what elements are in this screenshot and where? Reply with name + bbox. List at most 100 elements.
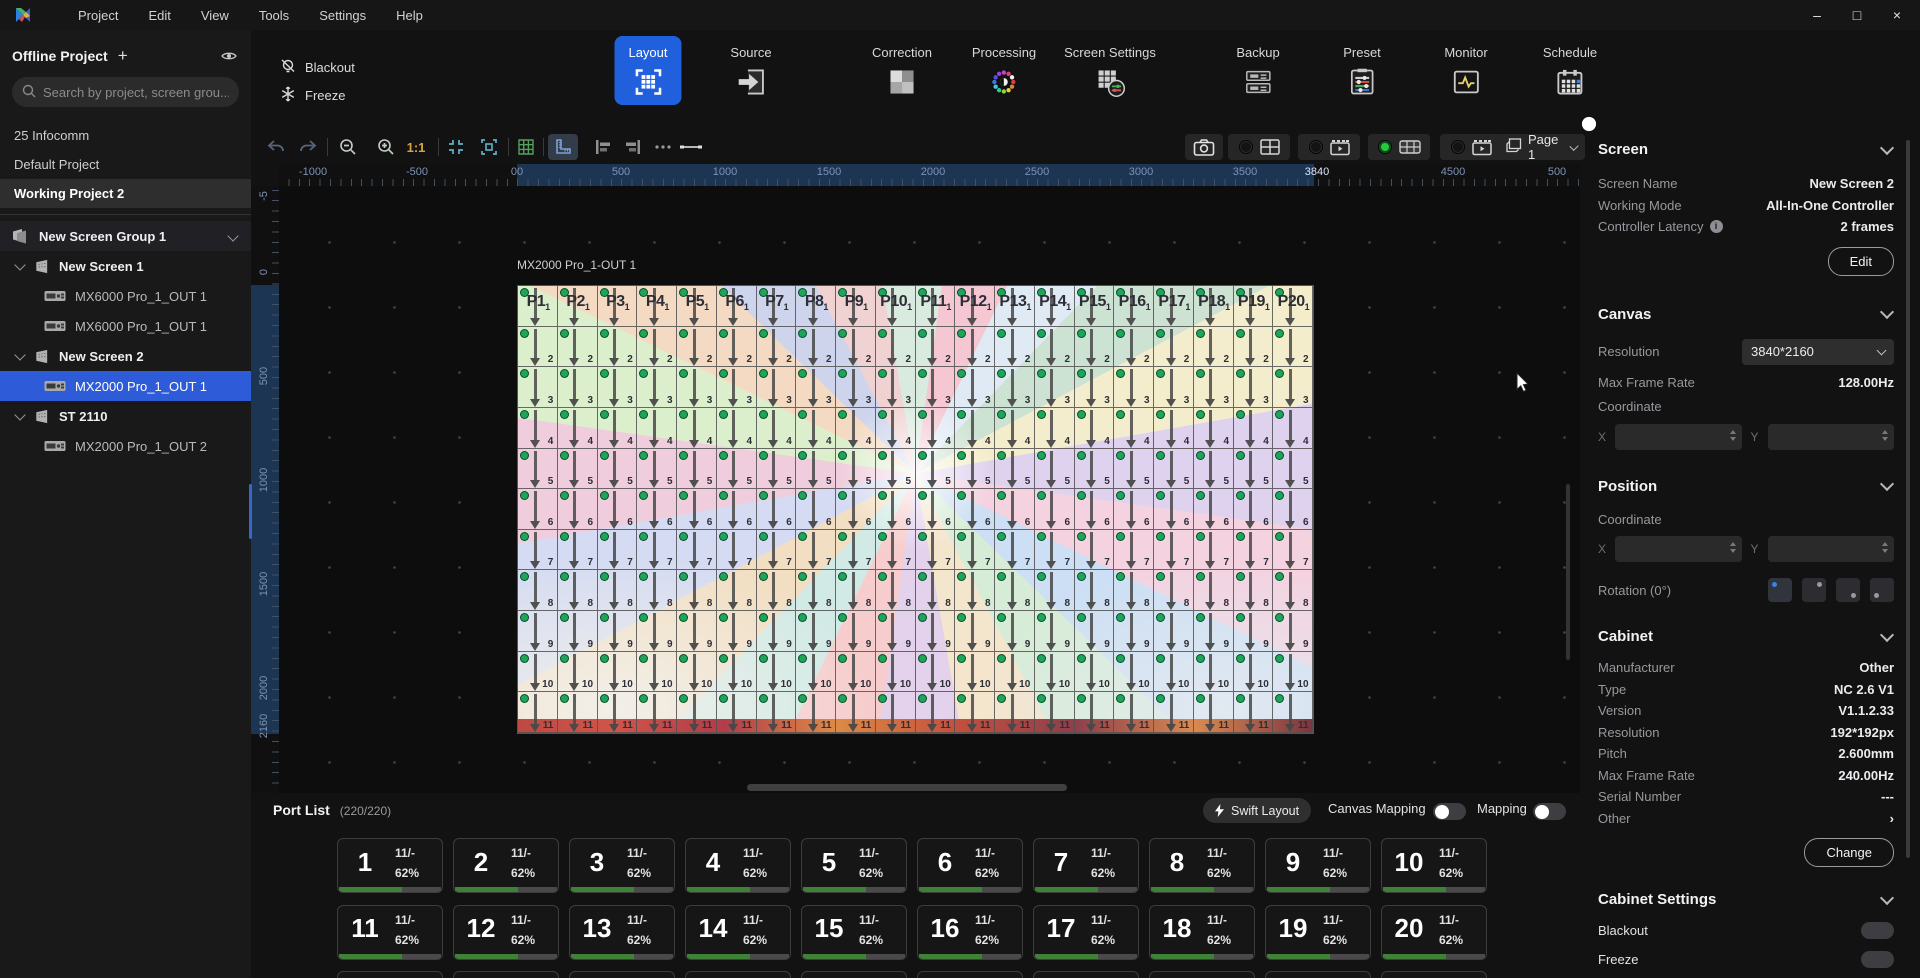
cabinet-cell[interactable]: 5 <box>637 448 677 490</box>
zoom-1-1-button[interactable]: 1:1 <box>403 134 429 160</box>
cabinet-cell-port-header[interactable]: P11 <box>518 286 558 327</box>
cabinet-cell[interactable]: 10 <box>1233 651 1274 693</box>
cabinet-cell[interactable]: 10 <box>677 651 717 693</box>
tree-item-mx6000-pro-1-out-1[interactable]: MX6000 Pro_1_OUT 1 <box>0 311 251 341</box>
cabinet-cell[interactable]: 6 <box>836 489 876 530</box>
mapping-toggle[interactable] <box>1533 803 1566 820</box>
cabinet-cell[interactable]: 11 <box>597 692 638 733</box>
cabinet-cell[interactable]: 9 <box>875 611 916 652</box>
cabinet-cell[interactable]: 11 <box>955 692 995 733</box>
sidebar-scrollbar[interactable] <box>249 484 252 539</box>
cabinet-cell[interactable]: 10 <box>875 651 916 693</box>
canvas-x-input[interactable] <box>1615 423 1742 450</box>
cabinet-cell[interactable]: 9 <box>1114 611 1154 652</box>
cabinet-cell[interactable]: 11 <box>557 692 598 733</box>
cabinet-cell[interactable]: 4 <box>1273 407 1313 449</box>
port-button-9[interactable]: 9 11/- 62% <box>1265 838 1371 893</box>
cabinet-cell[interactable]: 9 <box>557 611 598 652</box>
cabinet-cell[interactable]: 11 <box>1154 692 1194 733</box>
cabinet-cell-port-header[interactable]: P161 <box>1114 286 1154 327</box>
cabinet-cell[interactable]: 8 <box>1273 570 1313 612</box>
cabinet-cell[interactable]: 2 <box>597 326 638 368</box>
cabinet-cell[interactable]: 10 <box>1273 651 1313 693</box>
cabinet-cell[interactable]: 3 <box>1193 367 1234 408</box>
tab-monitor[interactable]: Monitor <box>1430 36 1501 105</box>
cabinet-cell[interactable]: 4 <box>597 407 638 449</box>
cabinet-cell[interactable]: 2 <box>995 326 1035 368</box>
cabinet-cell[interactable]: 10 <box>1114 651 1154 693</box>
cabinet-cell[interactable]: 8 <box>1034 570 1075 612</box>
cabinet-cell[interactable]: 10 <box>955 651 995 693</box>
menu-project[interactable]: Project <box>78 8 118 23</box>
cabinet-cell[interactable]: 4 <box>1114 407 1154 449</box>
cabinet-cell[interactable]: 2 <box>557 326 598 368</box>
cabinet-cell[interactable]: 4 <box>796 407 836 449</box>
cabinet-cell-port-header[interactable]: P191 <box>1233 286 1274 327</box>
spinner-arrows-icon[interactable] <box>1882 542 1888 553</box>
cabinet-cell[interactable]: 2 <box>796 326 836 368</box>
canvas-mapping-toggle[interactable] <box>1433 803 1466 820</box>
cabinet-cell-port-header[interactable]: P201 <box>1273 286 1313 327</box>
project-item[interactable]: 25 Infocomm <box>0 121 251 150</box>
port-button-11[interactable]: 11 11/- 62% <box>337 904 443 960</box>
cabinet-cell[interactable]: 7 <box>875 529 916 571</box>
cabinet-cell[interactable]: 8 <box>875 570 916 612</box>
cabinet-cell[interactable]: 9 <box>1273 611 1313 652</box>
cabinet-cell[interactable]: 6 <box>796 489 836 530</box>
blackout-toggle[interactable] <box>1582 116 1894 939</box>
cabinet-cell[interactable]: 10 <box>796 651 836 693</box>
cabinet-cell-port-header[interactable]: P101 <box>875 286 916 327</box>
cabinet-cell[interactable]: 4 <box>1154 407 1194 449</box>
cabinet-cell[interactable]: 3 <box>796 367 836 408</box>
cabinet-cell[interactable]: 3 <box>875 367 916 408</box>
port-button-clipped[interactable] <box>917 971 1023 978</box>
canvas-y-input[interactable] <box>1767 423 1894 450</box>
cabinet-cell[interactable]: 9 <box>677 611 717 652</box>
tab-layout[interactable]: Layout <box>614 36 682 105</box>
cabinet-cell[interactable]: 3 <box>677 367 717 408</box>
cabinet-cell[interactable]: 5 <box>1154 448 1194 490</box>
cabinet-cell[interactable]: 8 <box>1154 570 1194 612</box>
cabinet-cell-port-header[interactable]: P181 <box>1193 286 1234 327</box>
port-button-clipped[interactable] <box>685 971 791 978</box>
cabinet-cell[interactable]: 5 <box>995 448 1035 490</box>
cabinet-cell[interactable]: 7 <box>756 529 797 571</box>
cabinet-cell[interactable]: 9 <box>796 611 836 652</box>
more-tools-button[interactable] <box>650 134 676 160</box>
cabinet-settings-section-header[interactable]: Cabinet Settings <box>1598 890 1895 908</box>
cabinet-cell[interactable]: 5 <box>875 448 916 490</box>
tab-correction[interactable]: Correction <box>858 36 946 105</box>
cabinet-cell[interactable]: 3 <box>1273 367 1313 408</box>
tree-item-new-screen-2[interactable]: New Screen 2 <box>0 341 251 371</box>
cabinet-cell[interactable]: 4 <box>875 407 916 449</box>
cabinet-cell[interactable]: 4 <box>995 407 1035 449</box>
cabinet-cell[interactable]: 9 <box>597 611 638 652</box>
cabinet-cell[interactable]: 7 <box>557 529 598 571</box>
spacing-tool-button[interactable] <box>678 134 704 160</box>
cabinet-cell[interactable]: 5 <box>756 448 797 490</box>
cabinet-cell[interactable]: 10 <box>1154 651 1194 693</box>
cabinet-cell[interactable]: 8 <box>1114 570 1154 612</box>
cabinet-cell[interactable]: 3 <box>1233 367 1274 408</box>
cabinet-cell[interactable]: 8 <box>597 570 638 612</box>
port-button-4[interactable]: 4 11/- 62% <box>685 838 791 893</box>
swift-layout-button[interactable]: Swift Layout <box>1203 798 1312 823</box>
page-selector[interactable]: Page 1 <box>1497 132 1585 162</box>
cabinet-cell[interactable]: 5 <box>1233 448 1274 490</box>
cabinet-cell[interactable]: 8 <box>995 570 1035 612</box>
cabinet-cell[interactable]: 8 <box>518 570 558 612</box>
spinner-arrows-icon[interactable] <box>1729 429 1736 441</box>
cabinet-cell[interactable]: 7 <box>716 529 757 571</box>
cabinet-cell[interactable]: 9 <box>1034 611 1075 652</box>
cabinet-cell[interactable]: 8 <box>756 570 797 612</box>
cabinet-cell[interactable]: 3 <box>1114 367 1154 408</box>
cabinet-cell[interactable]: 10 <box>1193 651 1234 693</box>
cabinet-cell[interactable]: 10 <box>716 651 757 693</box>
cabinet-cell[interactable]: 8 <box>836 570 876 612</box>
cabinet-cell[interactable]: 9 <box>1074 611 1115 652</box>
menu-settings[interactable]: Settings <box>319 8 366 23</box>
cabinet-cell[interactable]: 11 <box>995 692 1035 733</box>
cabinet-cell[interactable]: 6 <box>637 489 677 530</box>
cabinet-cell[interactable]: 10 <box>995 651 1035 693</box>
port-button-clipped[interactable] <box>569 971 675 978</box>
